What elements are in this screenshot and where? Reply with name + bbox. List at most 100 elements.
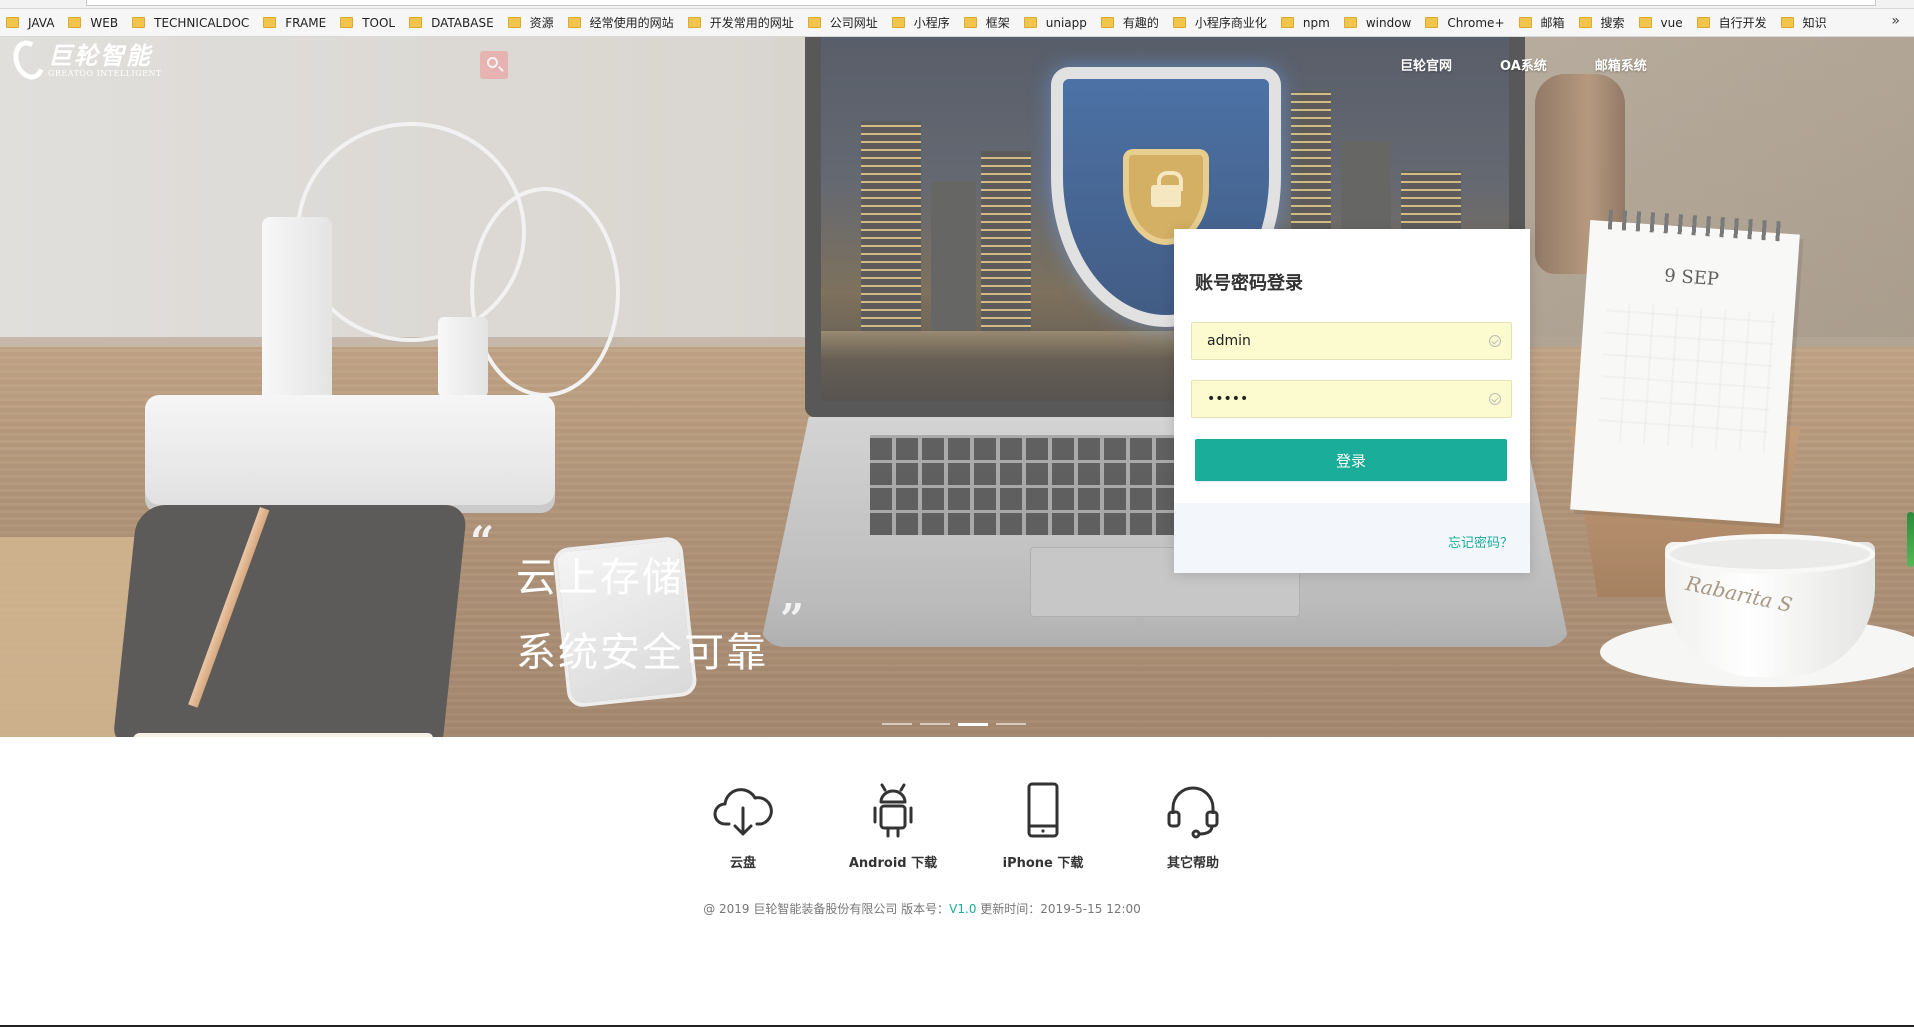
bookmark-folder[interactable]: window — [1343, 16, 1411, 30]
browser-address-strip — [0, 0, 1914, 9]
folder-icon — [1023, 17, 1037, 28]
nav-link-mail-system[interactable]: 邮箱系统 — [1595, 55, 1647, 74]
version-number: V1.0 — [949, 902, 977, 916]
folder-icon — [507, 17, 521, 28]
hero-slogan-line2: 系统安全可靠 — [516, 630, 768, 676]
scroll-indicator[interactable] — [1907, 512, 1914, 567]
folder-icon — [1280, 17, 1294, 28]
folder-icon — [6, 17, 19, 28]
copyright-footer: @ 2019 巨轮智能装备股份有限公司 版本号：V1.0 更新时间：2019-5… — [0, 900, 1914, 917]
bookmark-folder[interactable]: 框架 — [963, 14, 1010, 31]
quote-close-icon: ” — [780, 595, 805, 644]
tool-label: iPhone 下载 — [1002, 856, 1084, 871]
bookmark-folder[interactable]: WEB — [68, 16, 118, 30]
folder-icon — [263, 17, 277, 28]
folder-icon — [1172, 17, 1186, 28]
search-button[interactable] — [480, 51, 508, 79]
username-input[interactable] — [1192, 323, 1482, 359]
bookmark-folder[interactable]: vue — [1638, 16, 1683, 30]
folder-icon — [1100, 17, 1114, 28]
folder-icon — [963, 17, 977, 28]
android-icon — [873, 783, 913, 838]
autofill-check-icon — [1489, 335, 1501, 347]
bookmark-folder[interactable]: 经常使用的网站 — [567, 14, 674, 31]
address-bar[interactable] — [86, 0, 1876, 6]
phone-icon — [1027, 782, 1059, 838]
forgot-password-link[interactable]: 忘记密码？ — [1448, 532, 1513, 551]
login-button[interactable]: 登录 — [1195, 439, 1507, 481]
hero-banner: 9 SEP Rabarita S — [0, 37, 1914, 737]
folder-icon — [1518, 17, 1532, 28]
bookmark-folder[interactable]: 公司网址 — [807, 14, 878, 31]
folder-icon — [1578, 17, 1592, 28]
carousel-indicators — [882, 723, 1034, 726]
tool-cloud-disk[interactable]: 云盘 — [668, 780, 818, 871]
tool-iphone-download[interactable]: iPhone 下载 — [968, 780, 1118, 871]
folder-icon — [1780, 17, 1794, 28]
bookmark-folder[interactable]: JAVA — [6, 16, 54, 30]
folder-icon — [132, 17, 146, 28]
bookmark-folder[interactable]: TOOL — [340, 16, 395, 30]
folder-icon — [409, 17, 423, 28]
bookmarks-overflow-button[interactable]: » — [1891, 13, 1900, 29]
folder-icon — [68, 17, 82, 28]
tool-label: 云盘 — [729, 856, 756, 871]
folder-icon — [1696, 17, 1710, 28]
tool-label: Android 下载 — [848, 856, 938, 871]
carousel-dot[interactable] — [996, 723, 1026, 725]
update-time: 更新时间：2019-5-15 12:00 — [976, 902, 1141, 916]
bookmark-folder[interactable]: 邮箱 — [1518, 14, 1565, 31]
headset-icon — [1167, 786, 1219, 839]
login-footer: 忘记密码？ — [1174, 503, 1530, 573]
folder-icon — [1638, 17, 1652, 28]
bookmark-folder[interactable]: 自行开发 — [1696, 14, 1767, 31]
username-field — [1191, 322, 1512, 360]
autofill-check-icon — [1489, 393, 1501, 405]
folder-icon — [1343, 17, 1357, 28]
logo-mark-icon — [8, 36, 50, 84]
folder-icon — [807, 17, 821, 28]
nav-link-official-site[interactable]: 巨轮官网 — [1400, 55, 1452, 74]
folder-icon — [891, 17, 905, 28]
folder-icon — [1425, 17, 1439, 28]
quote-open-icon: “ — [470, 517, 495, 566]
logo-title: 巨轮智能 — [48, 41, 152, 70]
brand-logo[interactable]: 巨轮智能 GREATOO INTELLIGENT — [8, 36, 162, 84]
bookmark-folder[interactable]: 有趣的 — [1100, 14, 1159, 31]
tool-links: 云盘 Android 下载 iPhone 下载 其它帮助 — [668, 780, 1268, 871]
password-field — [1191, 380, 1512, 418]
folder-icon — [687, 17, 701, 28]
bookmark-folder[interactable]: FRAME — [263, 16, 326, 30]
cloud-download-icon — [713, 788, 773, 836]
carousel-dot[interactable] — [958, 723, 988, 726]
bookmark-folder[interactable]: Chrome+ — [1425, 16, 1505, 30]
password-input[interactable] — [1192, 381, 1482, 417]
nav-link-oa-system[interactable]: OA系统 — [1500, 55, 1547, 74]
tool-label: 其它帮助 — [1166, 856, 1219, 871]
bookmark-folder[interactable]: 开发常用的网址 — [687, 14, 794, 31]
copyright-text: @ 2019 巨轮智能装备股份有限公司 版本号： — [703, 902, 950, 916]
bookmark-folder[interactable]: 小程序商业化 — [1172, 14, 1267, 31]
login-panel: 账号密码登录 登录 忘记密码？ — [1174, 229, 1530, 573]
bookmarks-bar: JAVA WEB TECHNICALDOC FRAME TOOL DATABAS… — [0, 9, 1914, 37]
bookmark-folder[interactable]: 搜索 — [1578, 14, 1625, 31]
bookmark-folder[interactable]: 知识 — [1780, 14, 1827, 31]
bookmark-folder[interactable]: DATABASE — [409, 16, 494, 30]
logo-subtitle: GREATOO INTELLIGENT — [48, 68, 162, 78]
top-nav: 巨轮官网 OA系统 邮箱系统 — [1400, 55, 1695, 74]
login-title: 账号密码登录 — [1195, 273, 1303, 294]
hero-overlay — [0, 37, 1914, 737]
folder-icon — [567, 17, 581, 28]
bookmark-folder[interactable]: TECHNICALDOC — [132, 16, 249, 30]
tool-other-help[interactable]: 其它帮助 — [1118, 780, 1268, 871]
tool-android-download[interactable]: Android 下载 — [818, 780, 968, 871]
bookmark-folder[interactable]: uniapp — [1023, 16, 1087, 30]
carousel-dot[interactable] — [882, 723, 912, 725]
carousel-dot[interactable] — [920, 723, 950, 725]
folder-icon — [340, 17, 354, 28]
search-icon — [487, 57, 498, 68]
bookmark-folder[interactable]: 小程序 — [891, 14, 950, 31]
bookmark-folder[interactable]: npm — [1280, 16, 1330, 30]
hero-slogan-line1: 云上存储 — [516, 555, 684, 601]
bookmark-folder[interactable]: 资源 — [507, 14, 554, 31]
